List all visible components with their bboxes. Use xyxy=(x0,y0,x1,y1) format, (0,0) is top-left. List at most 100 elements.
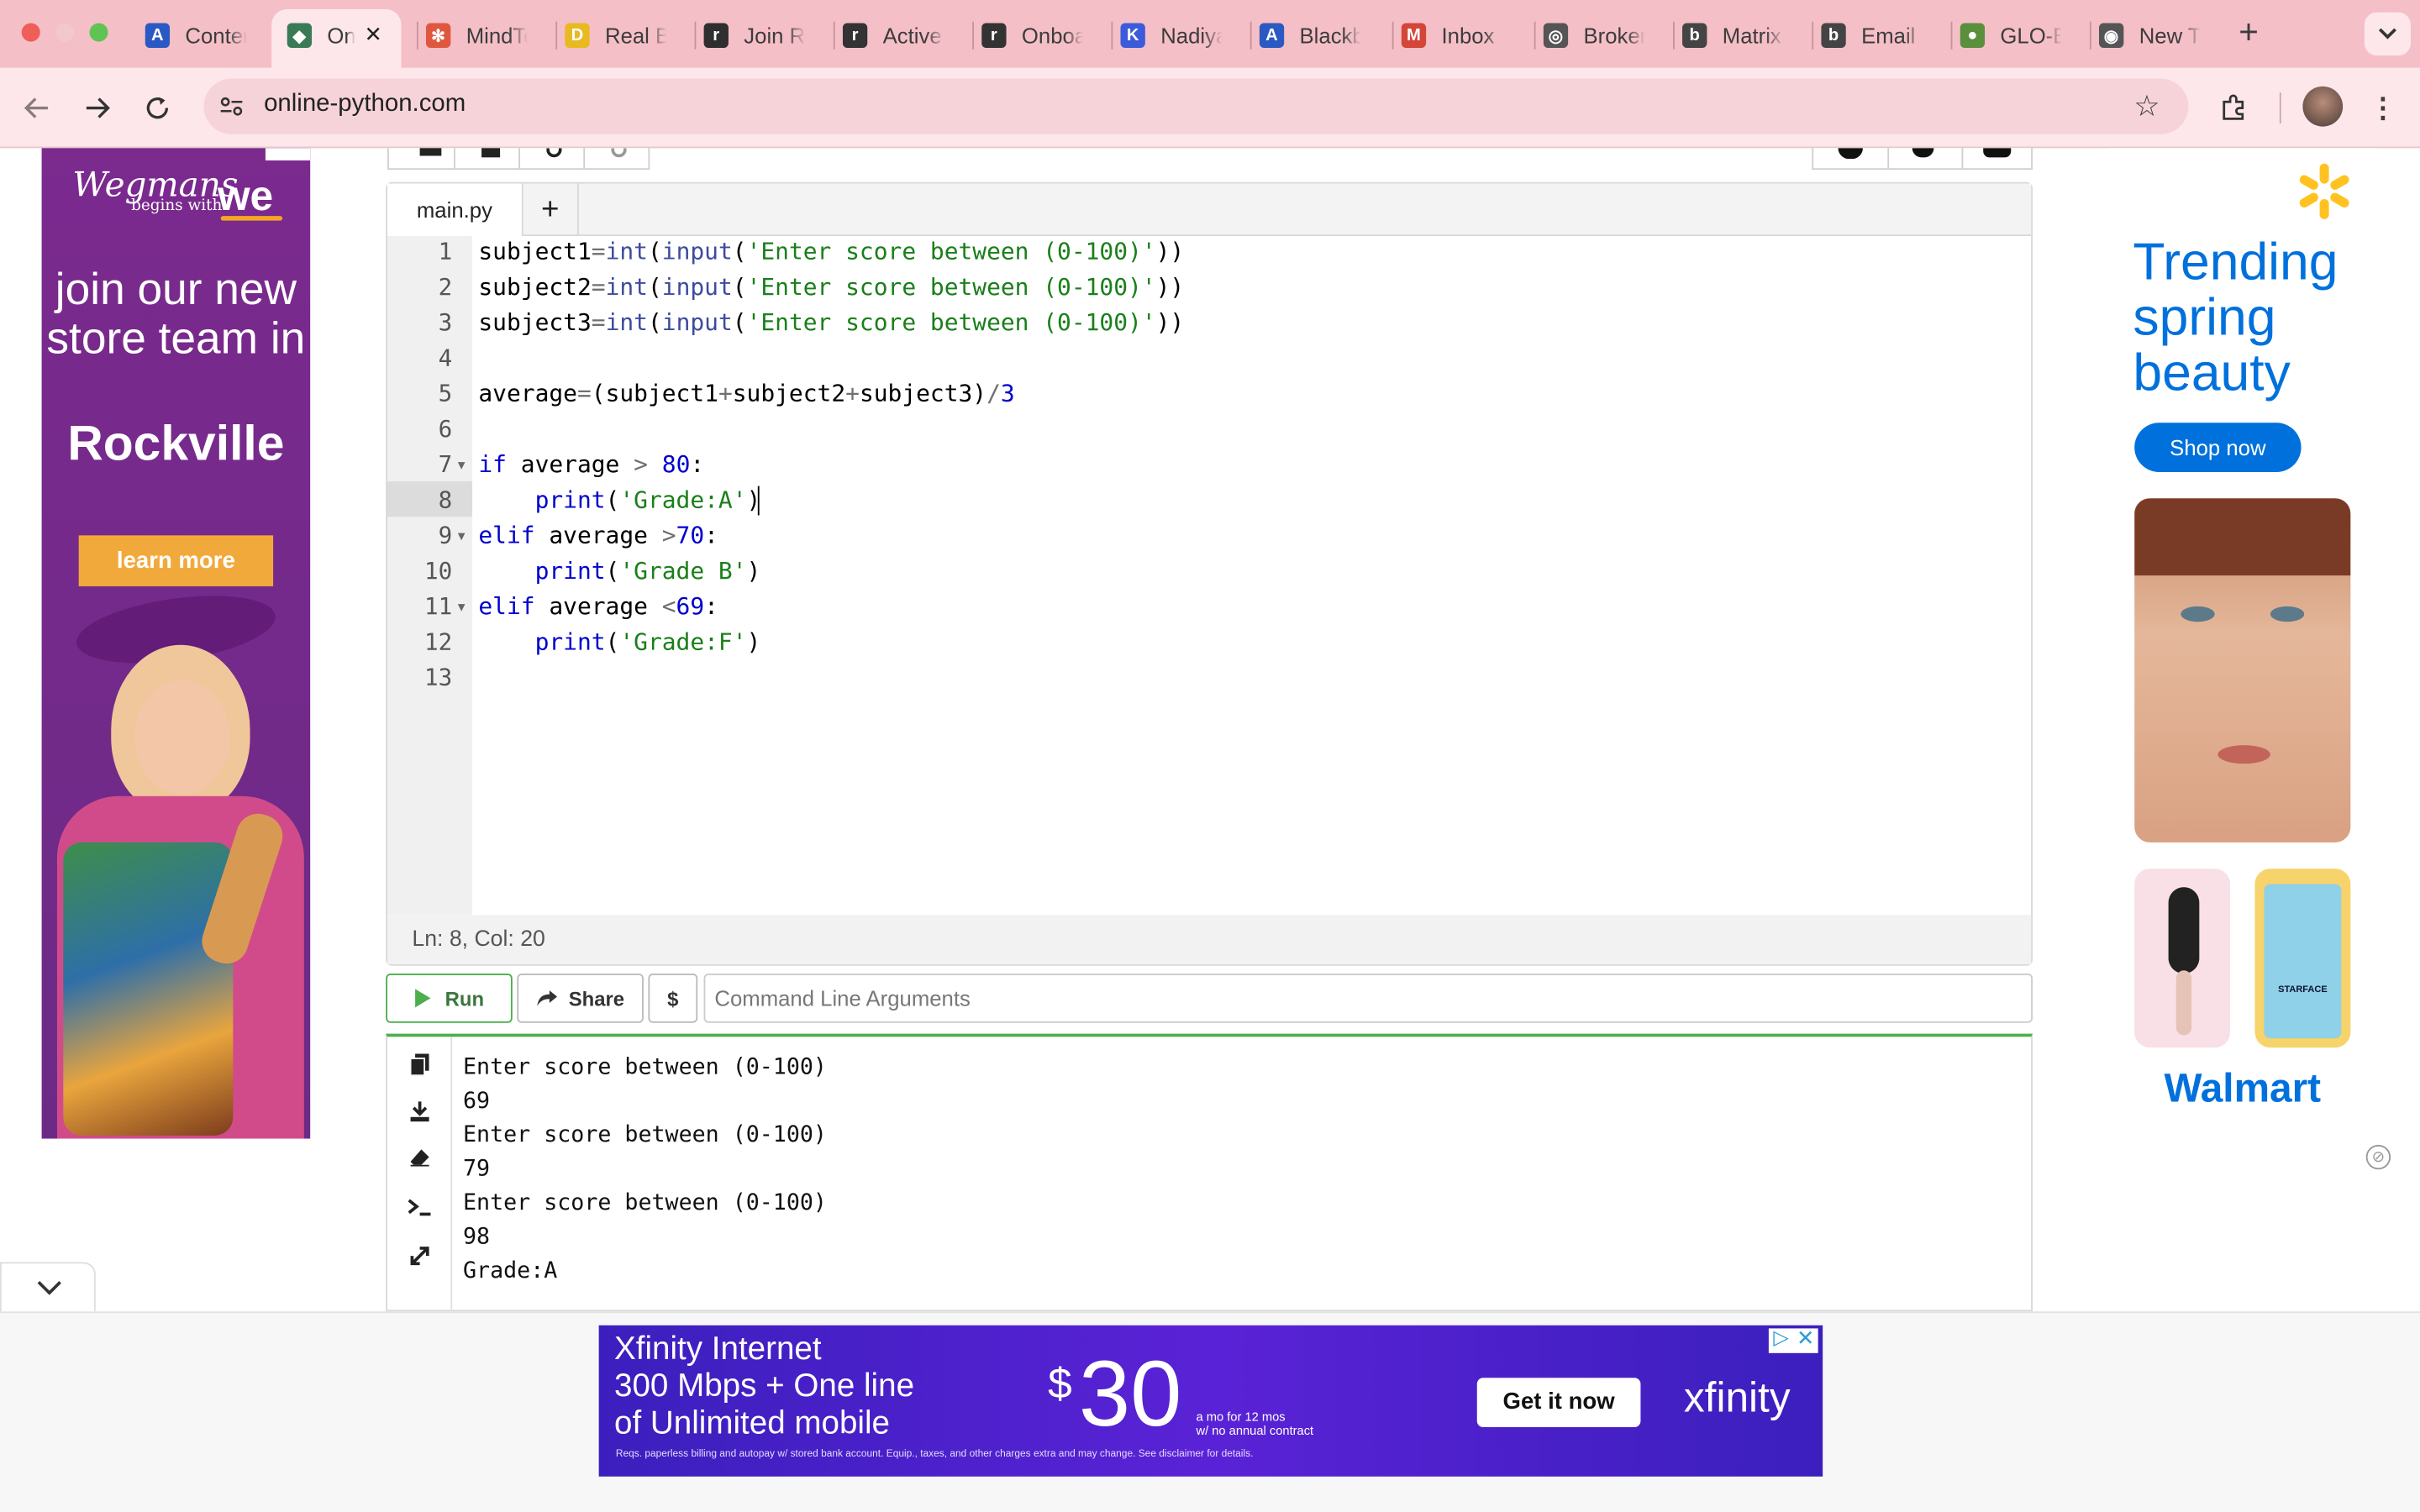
shop-now-button[interactable]: Shop now xyxy=(2134,423,2302,473)
tab-title: New Tab xyxy=(2139,23,2201,48)
code-editor: main.py + 1 2 3 4 5 6 7 8 9 10 11 12 13 ▼ ▼ ▼ subjec… xyxy=(386,181,2033,966)
browser-tab[interactable]: A Content xyxy=(145,13,247,59)
wegmans-ad[interactable]: Wegmans begins with we join our new stor… xyxy=(41,148,311,1139)
browser-tab[interactable]: ◆ Online xyxy=(287,13,355,59)
fold-arrow-icon[interactable]: ▼ xyxy=(455,459,468,473)
reload-button[interactable] xyxy=(139,90,176,127)
tab-title: MindTools xyxy=(466,23,528,48)
close-tab-icon[interactable]: ✕ xyxy=(364,22,382,48)
save-file-icon[interactable] xyxy=(481,148,501,158)
tab-separator xyxy=(1249,21,1252,50)
minimize-window-button[interactable] xyxy=(55,23,75,42)
settings-icon[interactable] xyxy=(1983,148,2012,158)
url-text[interactable]: online-python.com xyxy=(264,91,466,118)
fold-arrow-icon[interactable]: ▼ xyxy=(455,600,468,614)
code-line: subject3=int(input('Enter score between … xyxy=(478,308,1185,337)
learn-more-button[interactable]: learn more xyxy=(78,535,274,586)
terminal-icon[interactable] xyxy=(404,1191,435,1222)
tab-favicon-icon: r xyxy=(703,23,729,48)
download-icon[interactable] xyxy=(404,1095,435,1126)
browser-tab[interactable]: ◉ New Tab xyxy=(2098,13,2201,59)
expand-icon[interactable] xyxy=(404,1241,435,1272)
eraser-icon[interactable] xyxy=(404,1142,435,1173)
maximize-window-button[interactable] xyxy=(89,23,108,42)
tab-separator xyxy=(1534,21,1536,50)
adchoices-icon[interactable]: ▷ ✕ xyxy=(1768,1326,1818,1353)
new-tab-button[interactable]: + xyxy=(2232,13,2265,51)
close-window-button[interactable] xyxy=(21,23,40,42)
walmart-logo: Walmart xyxy=(2164,1064,2322,1111)
tab-title: Nadiya xyxy=(1160,23,1223,48)
xfinity-ad[interactable]: ▷ ✕ Xfinity Internet 300 Mbps + One line… xyxy=(598,1325,1823,1477)
theme-icon[interactable] xyxy=(1912,148,1934,158)
output-console[interactable]: Enter score between (0-100) 69 Enter score… xyxy=(386,1033,2033,1312)
browser-tab[interactable]: r Onboarding xyxy=(981,13,1083,59)
tab-title: Brokerage xyxy=(1583,23,1645,48)
forward-button[interactable] xyxy=(79,90,116,127)
dark-mode-icon[interactable] xyxy=(1838,148,1863,160)
ad-close-icon[interactable]: ⊘ xyxy=(2365,1144,2391,1170)
share-button[interactable]: Share xyxy=(517,973,644,1023)
chevron-down-icon xyxy=(37,1281,61,1295)
toolbar-divider xyxy=(453,148,455,171)
browser-tab[interactable]: ◎ Brokerage xyxy=(1543,13,1645,59)
site-info-icon[interactable] xyxy=(216,91,247,122)
get-it-now-button[interactable]: Get it now xyxy=(1476,1378,1641,1427)
browser-tab[interactable]: M Inbox xyxy=(1401,13,1503,59)
undo-icon[interactable] xyxy=(546,148,562,158)
console-output-line: 98 xyxy=(463,1225,491,1250)
dollar-button[interactable]: $ xyxy=(648,973,698,1023)
tab-favicon-icon: K xyxy=(1120,23,1145,48)
product-label: STARFACE xyxy=(2278,985,2328,995)
open-file-icon[interactable] xyxy=(419,148,442,156)
browser-tab[interactable]: K Nadiya xyxy=(1120,13,1223,59)
file-tab-main-py[interactable]: main.py xyxy=(387,183,523,237)
more-menu-icon[interactable]: ⋮ xyxy=(2368,90,2399,127)
run-button[interactable]: Run xyxy=(386,973,513,1023)
browser-tab[interactable]: D Real Brokerage xyxy=(565,13,666,59)
editor-actions-toolbar xyxy=(387,148,650,171)
tab-title: Content xyxy=(185,23,246,48)
hairbrush-product xyxy=(2134,869,2231,1048)
command-line-arguments-input[interactable]: Command Line Arguments xyxy=(703,973,2033,1023)
address-bar[interactable]: online-python.com ☆ xyxy=(203,78,2189,134)
fold-arrow-icon[interactable]: ▼ xyxy=(455,529,468,543)
line-number: 9 xyxy=(438,521,453,549)
browser-tab[interactable]: ● GLO-Bus xyxy=(1960,13,2062,59)
ad-headline: Trending spring beauty xyxy=(2133,233,2338,403)
editor-settings-toolbar xyxy=(1812,148,2033,171)
browser-tab[interactable]: r Active xyxy=(842,13,944,59)
toolbar-divider xyxy=(1887,148,1890,171)
tab-separator xyxy=(416,21,418,50)
line-number: 12 xyxy=(424,627,453,656)
walmart-ad[interactable]: Trending spring beauty Shop now STARFACE… xyxy=(2107,148,2377,1139)
redo-icon[interactable] xyxy=(611,148,627,158)
arrow-right-icon xyxy=(86,97,110,118)
editor-tab-strip xyxy=(387,183,2032,237)
browser-tab[interactable]: A Blackboard xyxy=(1259,13,1361,59)
tab-search-button[interactable] xyxy=(2364,12,2411,56)
browser-tab[interactable]: b Matrix xyxy=(1682,13,1784,59)
bookmark-star-icon[interactable]: ☆ xyxy=(2130,90,2164,123)
ad-line-3: of Unlimited mobile xyxy=(614,1405,891,1441)
extensions-button[interactable] xyxy=(2215,90,2252,127)
copy-icon[interactable] xyxy=(404,1049,435,1080)
xfinity-logo: xfinity xyxy=(1683,1374,1791,1421)
toolbar-divider xyxy=(518,148,520,171)
back-button[interactable] xyxy=(18,90,55,127)
browser-tab[interactable]: b Email xyxy=(1821,13,1923,59)
adchoices-icon[interactable] xyxy=(265,148,311,161)
collapse-panel-button[interactable] xyxy=(0,1262,96,1312)
tab-favicon-icon: r xyxy=(981,23,1007,48)
browser-tab[interactable]: ✻ MindTools xyxy=(425,13,528,59)
tab-favicon-icon: ◆ xyxy=(287,23,313,48)
tab-title: Real Brokerage xyxy=(604,23,666,48)
toolbar-divider xyxy=(1961,148,1964,171)
tab-favicon-icon: b xyxy=(1682,23,1707,48)
browser-tab[interactable]: r Join Real xyxy=(703,13,806,59)
add-file-button[interactable]: + xyxy=(523,183,579,237)
profile-avatar[interactable] xyxy=(2302,86,2344,127)
ad-disclaimer: Reqs. paperless billing and autopay w/ s… xyxy=(615,1448,1254,1460)
code-line: print('Grade B') xyxy=(534,557,761,585)
toolbar-divider xyxy=(583,148,586,171)
